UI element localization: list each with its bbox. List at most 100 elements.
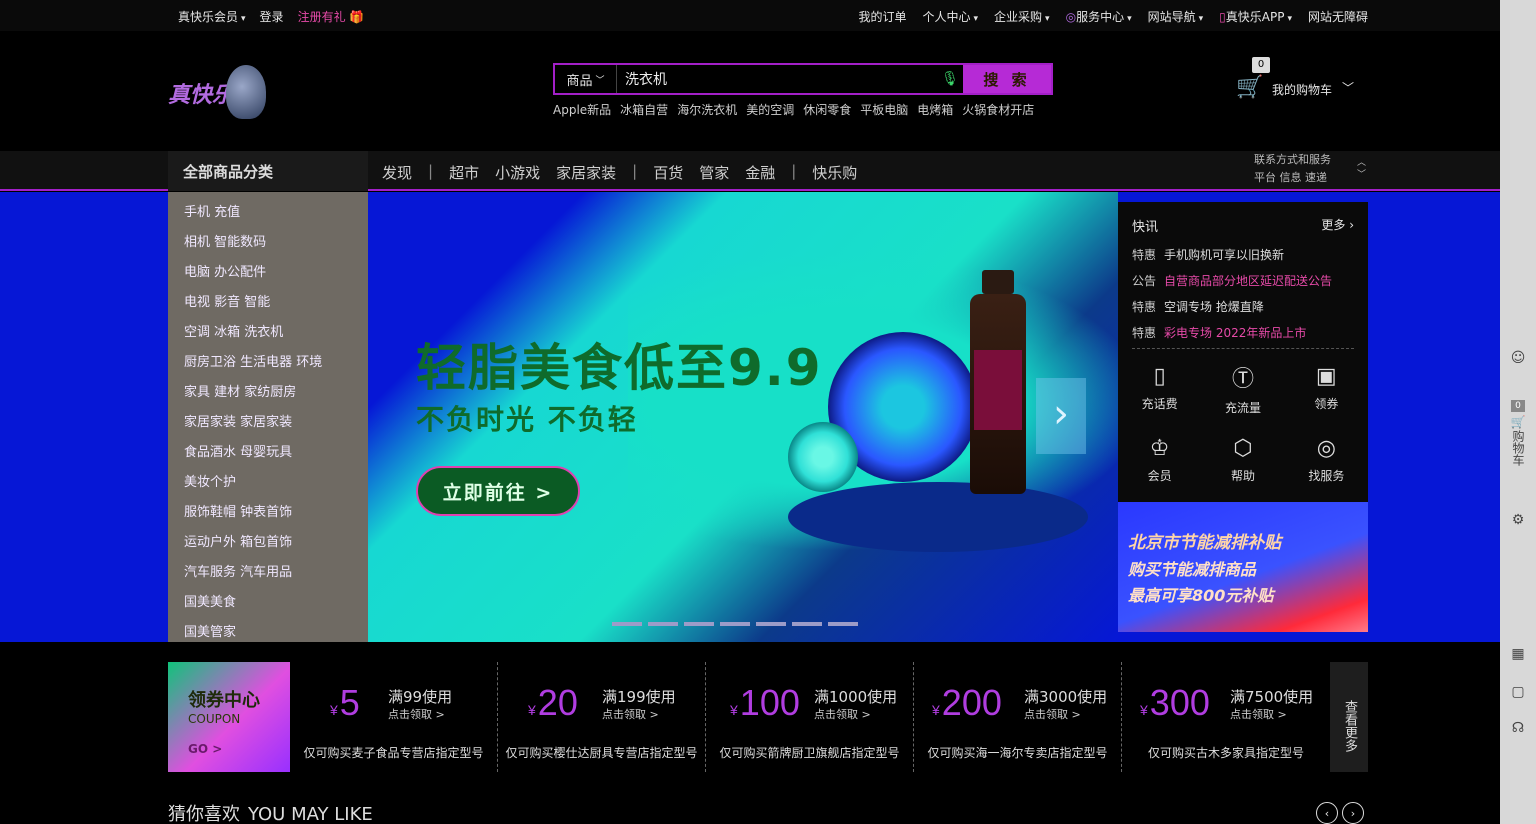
toolbar-cart-button[interactable]: 0 🛒 购物车 — [1500, 400, 1536, 470]
carousel-dot[interactable] — [828, 622, 858, 626]
gear-icon[interactable]: ⚙ — [1500, 512, 1536, 528]
service-member[interactable]: ♔ 会员 — [1118, 424, 1201, 496]
enterprise-menu[interactable]: 企业采购 ▾ — [994, 8, 1050, 25]
hotword-link[interactable]: Apple新品 — [553, 101, 611, 118]
carousel-dots — [612, 622, 858, 626]
chevron-left-icon[interactable]: ‹ — [1316, 802, 1338, 824]
coupon-center-title: 领券中心 — [188, 690, 260, 711]
coupon-card[interactable]: ¥20 满199使用 点击领取 > 仅可购买樱仕达厨具专营店指定型号 — [498, 662, 706, 772]
carousel-next-arrow-icon[interactable]: › — [1036, 378, 1086, 454]
pedestal-shape — [788, 482, 1088, 552]
nav-link-home[interactable]: 家居家装 — [556, 162, 616, 183]
category-item[interactable]: 家居家装 家居家装 — [168, 408, 368, 438]
member-menu[interactable]: 真快乐会员 ▾ — [178, 8, 246, 25]
cart-count-badge: 0 — [1252, 57, 1270, 73]
hotword-link[interactable]: 休闲零食 — [803, 101, 851, 118]
coupon-card[interactable]: ¥5 满99使用 点击领取 > 仅可购买麦子食品专营店指定型号 — [290, 662, 498, 772]
nav-link-happy-buy[interactable]: 快乐购 — [812, 162, 857, 183]
my-orders-link[interactable]: 我的订单 — [858, 8, 906, 25]
category-item[interactable]: 美妆个护 — [168, 468, 368, 498]
nav-link-finance[interactable]: 金融 — [745, 162, 775, 183]
carousel-dot[interactable] — [612, 622, 642, 626]
category-item[interactable]: 空调 冰箱 洗衣机 — [168, 318, 368, 348]
service-recharge-data[interactable]: Ⓣ 充流量 — [1201, 352, 1284, 424]
cart-button[interactable]: 🛒 0 我的购物车 ﹀ — [1236, 57, 1364, 105]
category-item[interactable]: 家具 建材 家纺厨房 — [168, 378, 368, 408]
carousel-dot[interactable] — [792, 622, 822, 626]
login-link[interactable]: 登录 — [260, 8, 284, 25]
ticker-arrows-icon[interactable]: ︿ ﹀ — [1357, 157, 1366, 180]
user-icon[interactable]: ☺ — [1500, 350, 1536, 366]
service-help[interactable]: ⬡ 帮助 — [1201, 424, 1284, 496]
app-menu[interactable]: ▯真快乐APP ▾ — [1219, 8, 1292, 25]
hero-cta-button[interactable]: 立即前往 > — [416, 466, 580, 516]
category-item[interactable]: 厨房卫浴 生活电器 环境 — [168, 348, 368, 378]
nav-link-steward[interactable]: 管家 — [699, 162, 729, 183]
carousel-dot[interactable] — [720, 622, 750, 626]
carousel-dot[interactable] — [648, 622, 678, 626]
accessibility-link[interactable]: 网站无障碍 — [1308, 8, 1368, 25]
service-find[interactable]: ◎ 找服务 — [1285, 424, 1368, 496]
nav-link-discover[interactable]: 发现 — [382, 162, 412, 183]
nav-link-supermarket[interactable]: 超市 — [449, 162, 479, 183]
site-nav-menu[interactable]: 网站导航 ▾ — [1148, 8, 1204, 25]
hero-carousel[interactable]: 轻脂美食低至9.9 不负时光 不负轻 立即前往 > › — [368, 192, 1118, 642]
category-item[interactable]: 国美管家 — [168, 618, 368, 648]
category-item[interactable]: 运动户外 箱包首饰 — [168, 528, 368, 558]
news-item[interactable]: 特惠 彩电专场 2022年新品上市 — [1132, 320, 1354, 346]
news-more-link[interactable]: 更多 › — [1321, 216, 1354, 233]
nav-ticker[interactable]: 联系方式和服务 平台 信息 速递 ︿ ﹀ — [1254, 151, 1366, 191]
carousel-dot[interactable] — [756, 622, 786, 626]
chevron-right-icon[interactable]: › — [1342, 802, 1364, 824]
nav-link-goods[interactable]: 百货 — [653, 162, 683, 183]
site-logo[interactable]: 真快乐 — [168, 65, 268, 119]
news-item[interactable]: 特惠 空调专场 抢爆直降 — [1132, 294, 1354, 320]
service-recharge-phone[interactable]: ▯ 充话费 — [1118, 352, 1201, 424]
qr-code-icon[interactable]: ▦ — [1500, 646, 1536, 662]
microphone-icon[interactable]: 🎙 — [937, 65, 963, 93]
coupon-card[interactable]: ¥100 满1000使用 点击领取 > 仅可购买箭牌厨卫旗舰店指定型号 — [706, 662, 914, 772]
hotword-link[interactable]: 海尔洗衣机 — [677, 101, 737, 118]
chevron-down-icon: ﹀ — [1341, 81, 1354, 95]
view-more-coupons-button[interactable]: 查看更多 — [1330, 662, 1368, 772]
news-title: 快讯 — [1132, 220, 1159, 235]
gift-icon: 🎁 — [349, 10, 365, 24]
nav-link-games[interactable]: 小游戏 — [495, 162, 540, 183]
headset-icon[interactable]: ☊ — [1500, 720, 1536, 736]
feedback-icon[interactable]: ▢ — [1500, 684, 1536, 700]
category-item[interactable]: 汽车服务 汽车用品 — [168, 558, 368, 588]
hotword-link[interactable]: 平板电脑 — [860, 101, 908, 118]
category-item[interactable]: 相机 智能数码 — [168, 228, 368, 258]
hot-words: Apple新品 冰箱自营 海尔洗衣机 美的空调 休闲零食 平板电脑 电烤箱 火锅… — [553, 101, 1034, 118]
subsidy-banner[interactable]: 北京市节能减排补贴 购买节能减排商品 最高可享800元补贴 — [1118, 502, 1368, 632]
category-item[interactable]: 国美美食 — [168, 588, 368, 618]
carousel-dot[interactable] — [684, 622, 714, 626]
hotword-link[interactable]: 火锅食材开店 — [962, 101, 1034, 118]
personal-center-menu[interactable]: 个人中心 ▾ — [922, 8, 978, 25]
mascot-icon — [226, 65, 266, 119]
coupon-card[interactable]: ¥200 满3000使用 点击领取 > 仅可购买海一海尔专卖店指定型号 — [914, 662, 1122, 772]
hotword-link[interactable]: 电烤箱 — [917, 101, 953, 118]
coupon-card[interactable]: ¥300 满7500使用 点击领取 > 仅可购买古木多家具指定型号 — [1122, 662, 1330, 772]
search-input[interactable] — [617, 65, 937, 93]
category-sidebar: 手机 充值 相机 智能数码 电脑 办公配件 电视 影音 智能 空调 冰箱 洗衣机… — [168, 192, 368, 642]
category-item[interactable]: 服饰鞋帽 钟表首饰 — [168, 498, 368, 528]
news-item[interactable]: 特惠 手机购机可享以旧换新 — [1132, 242, 1354, 268]
search-category-select[interactable]: 商品 ﹀ — [555, 65, 617, 93]
search-button[interactable]: 搜 索 — [963, 65, 1051, 93]
hotword-link[interactable]: 冰箱自营 — [620, 101, 668, 118]
service-center-menu[interactable]: ◎服务中心 ▾ — [1066, 8, 1132, 25]
register-link[interactable]: 注册有礼 🎁 — [298, 8, 365, 25]
coupon-center-button[interactable]: 领券中心 COUPON GO > — [168, 662, 290, 772]
mobile-phone-icon: ▯ — [1153, 364, 1166, 389]
page-root: 真快乐会员 ▾ 登录 注册有礼 🎁 我的订单 个人中心 ▾ 企业采购 ▾ ◎服务中心 ▾… — [0, 0, 1536, 824]
news-item[interactable]: 公告 自营商品部分地区延迟配送公告 — [1132, 268, 1354, 294]
category-item[interactable]: 手机 充值 — [168, 198, 368, 228]
header: 真快乐 商品﹀ 🎙 搜 索 Apple新品 冰箱自营 海尔洗衣机 美的空调 休闲… — [0, 31, 1500, 151]
hotword-link[interactable]: 美的空调 — [746, 101, 794, 118]
all-categories-button[interactable]: 全部商品分类 — [168, 151, 368, 191]
category-item[interactable]: 电脑 办公配件 — [168, 258, 368, 288]
category-item[interactable]: 电视 影音 智能 — [168, 288, 368, 318]
category-item[interactable]: 食品酒水 母婴玩具 — [168, 438, 368, 468]
service-coupon[interactable]: ▣ 领券 — [1285, 352, 1368, 424]
